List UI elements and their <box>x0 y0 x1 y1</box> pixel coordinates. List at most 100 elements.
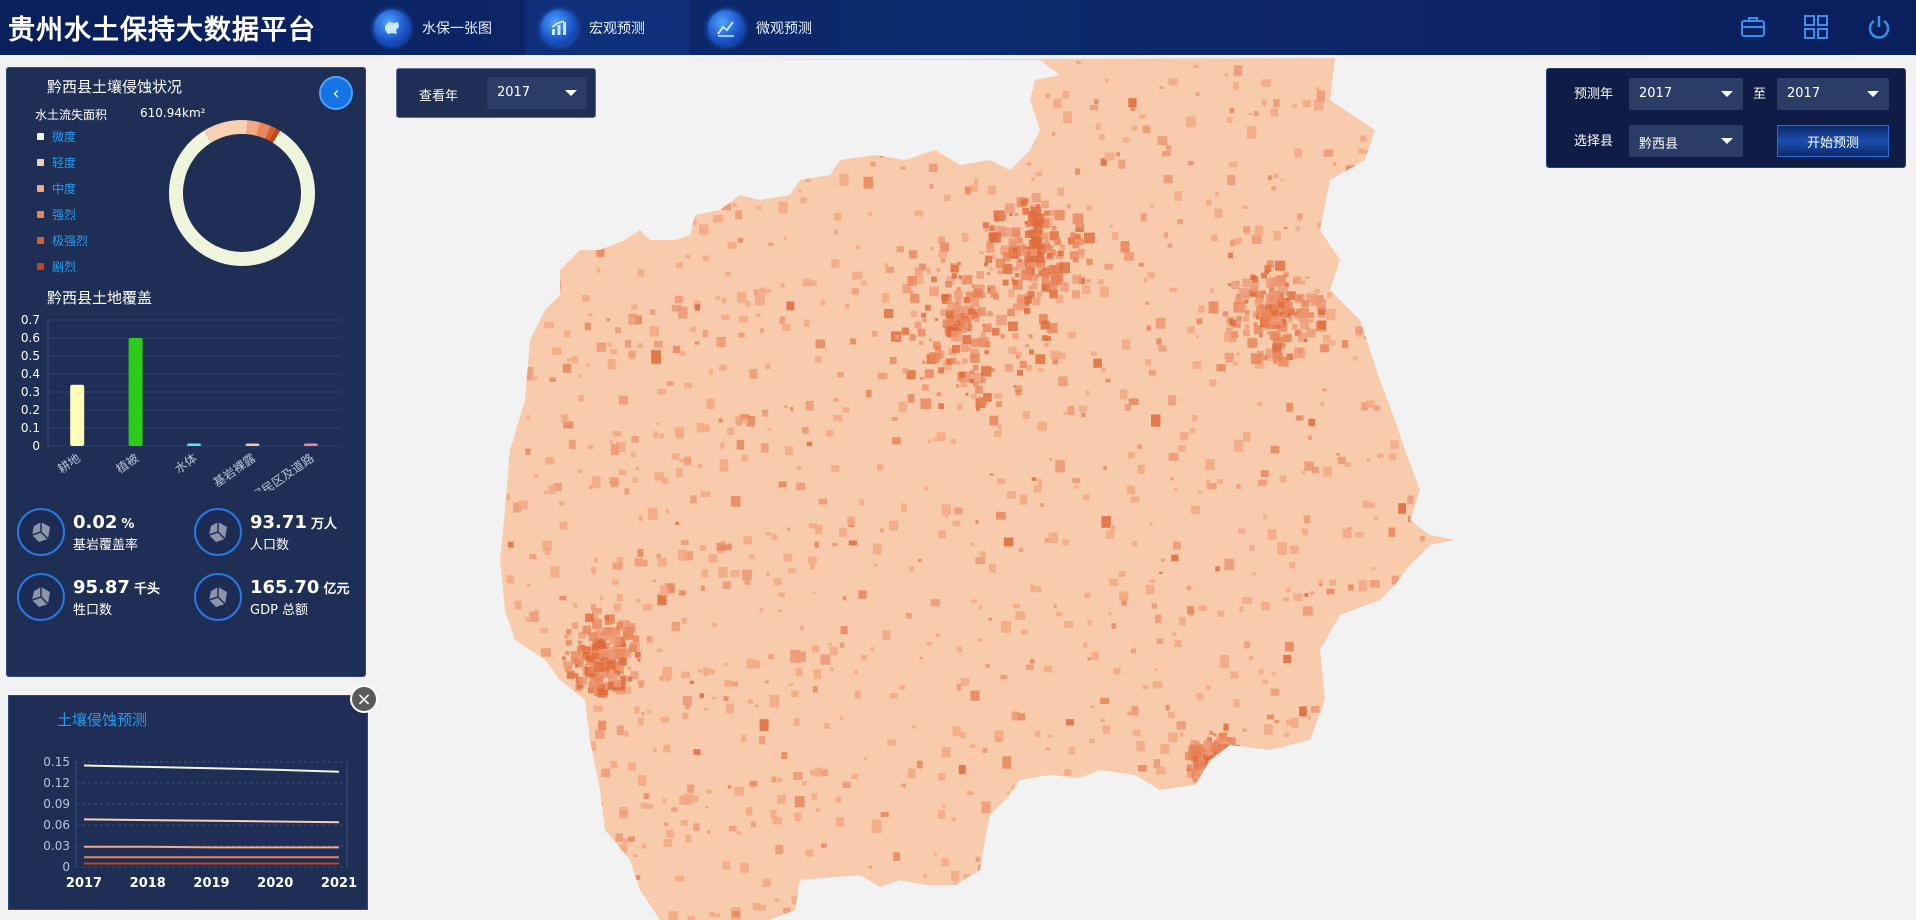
caret-down-icon <box>1721 138 1733 144</box>
x-tick-label: 基岩裸露 <box>210 450 258 490</box>
tab-micro-forecast[interactable]: 微观预测 <box>692 0 857 55</box>
legend-label: 强烈 <box>52 207 77 222</box>
stat-value: 0.02 <box>73 511 118 533</box>
app-title: 贵州水土保持大数据平台 <box>8 15 316 46</box>
stat-unit: 亿元 <box>323 581 350 597</box>
bar[interactable] <box>245 443 260 447</box>
x-tick-label: 水体 <box>172 451 200 476</box>
y-tick-label: 0.7 <box>21 313 40 327</box>
stat-unit: 万人 <box>310 516 337 532</box>
view-year-value: 2017 <box>497 85 531 100</box>
tab-soil-map[interactable]: 水保一张图 <box>358 0 528 55</box>
bar-chart-icon <box>541 9 577 46</box>
start-forecast-button[interactable]: 开始预测 <box>1777 125 1889 157</box>
x-tick-label: 2019 <box>193 876 229 891</box>
x-tick-label: 居民区及道路 <box>249 450 317 491</box>
forecast-to-label: 至 <box>1753 87 1767 102</box>
legend-swatch <box>37 158 44 166</box>
y-tick-label: 0.4 <box>21 367 40 381</box>
y-tick-label: 0.2 <box>21 403 40 417</box>
x-tick-label: 2020 <box>257 876 293 891</box>
cube-icon <box>17 573 65 621</box>
stat-value: 93.71 <box>250 511 307 533</box>
erosion-title: 黔西县土壤侵蚀状况 <box>47 78 183 96</box>
legend-label: 中度 <box>52 181 77 196</box>
donut-slice[interactable] <box>256 122 272 139</box>
legend-item[interactable]: 强烈 <box>37 201 88 227</box>
x-tick-label: 2018 <box>130 876 166 891</box>
prediction-title: 土壤侵蚀预测 <box>57 711 148 729</box>
y-tick-label: 0.1 <box>21 421 40 435</box>
legend-swatch <box>37 210 44 218</box>
bar[interactable] <box>303 443 318 447</box>
cube-icon <box>194 573 242 621</box>
china-map-icon <box>374 9 410 46</box>
series-line[interactable] <box>83 764 340 773</box>
stat-value: 165.70 <box>250 576 320 598</box>
x-tick-label: 植被 <box>113 450 141 476</box>
y-tick-label: 0.09 <box>43 797 70 811</box>
view-year-label: 查看年 <box>419 89 459 104</box>
y-tick-label: 0.06 <box>43 818 70 832</box>
y-tick-label: 0.3 <box>21 385 40 399</box>
legend-item[interactable]: 极强烈 <box>37 227 88 253</box>
legend-item[interactable]: 剧烈 <box>37 253 88 279</box>
legend-item[interactable]: 轻度 <box>37 149 88 175</box>
tab-soil-map-label: 水保一张图 <box>422 20 492 37</box>
y-tick-label: 0 <box>62 860 70 874</box>
county-value: 黔西县 <box>1639 137 1679 152</box>
legend-label: 微度 <box>52 129 77 144</box>
stat-livestock: 95.87 千头 牲口数 <box>17 573 160 621</box>
county-select[interactable]: 黔西县 <box>1629 125 1743 157</box>
donut-slice[interactable] <box>203 120 248 143</box>
legend-label: 轻度 <box>52 155 77 170</box>
series-line[interactable] <box>84 845 339 849</box>
legend-swatch <box>37 184 44 192</box>
view-year-box: 查看年 2017 <box>396 68 596 118</box>
caret-down-icon <box>1721 91 1733 97</box>
donut-slice[interactable] <box>246 120 261 136</box>
legend-swatch <box>37 132 44 140</box>
stat-value: 95.87 <box>73 576 130 598</box>
y-tick-label: 0.15 <box>43 755 70 769</box>
erosion-prediction-panel: 土壤侵蚀预测 0 0.03 0.06 0.09 0.12 0.15 2017 2018 2019… <box>8 695 368 910</box>
close-prediction-button[interactable]: × <box>350 685 378 713</box>
bar[interactable] <box>70 384 85 446</box>
x-tick-label: 耕地 <box>55 450 83 476</box>
close-icon: × <box>356 688 372 710</box>
series-line[interactable] <box>83 818 340 824</box>
legend-item[interactable]: 中度 <box>37 175 88 201</box>
back-button[interactable]: ‹ <box>319 76 353 110</box>
stat-label: 人口数 <box>250 537 290 553</box>
erosion-donut-chart[interactable] <box>162 113 322 273</box>
bar[interactable] <box>187 443 201 447</box>
erosion-prediction-line-chart[interactable]: 0 0.03 0.06 0.09 0.12 0.15 2017 2018 2019 2020 202… <box>9 754 364 904</box>
view-year-select[interactable]: 2017 <box>487 77 587 109</box>
forecast-to-year-select[interactable]: 2017 <box>1777 78 1889 110</box>
stat-unit: 千头 <box>133 581 160 597</box>
donut-slice[interactable] <box>269 128 281 143</box>
tab-micro-forecast-label: 微观预测 <box>756 20 812 37</box>
stat-unit: % <box>121 516 135 532</box>
area-label: 水土流失面积 <box>35 108 108 122</box>
forecast-from-year-select[interactable]: 2017 <box>1629 78 1743 110</box>
bar[interactable] <box>128 338 143 446</box>
legend-swatch <box>37 262 44 270</box>
x-tick-label: 2017 <box>66 876 102 891</box>
land-cover-bar-chart[interactable]: 0 0.1 0.2 0.3 0.4 0.5 0.6 0.7 耕地 植被 水体 基岩裸露居民区及道路 <box>12 306 347 491</box>
power-icon[interactable] <box>1864 12 1894 42</box>
grid-icon[interactable] <box>1801 12 1831 42</box>
y-tick-label: 0.5 <box>21 349 40 363</box>
donut-slice[interactable] <box>169 130 315 266</box>
donut-slice[interactable] <box>265 126 277 141</box>
county-outline <box>500 58 1455 920</box>
tab-macro-forecast[interactable]: 宏观预测 <box>525 0 690 55</box>
stat-label: 基岩覆盖率 <box>73 537 139 553</box>
legend-item[interactable]: 微度 <box>37 123 88 149</box>
legend-label: 极强烈 <box>52 233 89 248</box>
stat-population: 93.71 万人人口数 <box>194 508 337 556</box>
y-tick-label: 0.6 <box>21 331 40 345</box>
county-label: 选择县 <box>1574 134 1614 149</box>
chevron-left-icon: ‹ <box>332 82 340 104</box>
briefcase-icon[interactable] <box>1738 12 1768 42</box>
